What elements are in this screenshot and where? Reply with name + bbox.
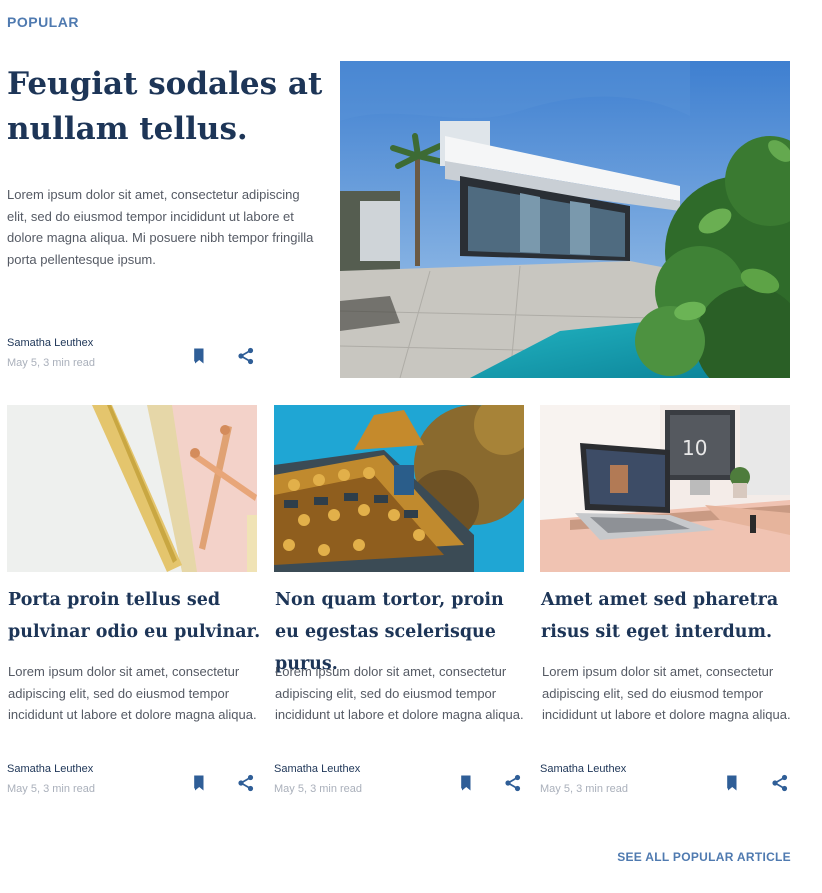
card-image-stationery[interactable] (7, 405, 257, 572)
card-excerpt: Lorem ipsum dolor sit amet, consectetur … (275, 664, 524, 722)
publish-date: May 5, 3 min read (7, 783, 96, 795)
card-meta: Samatha Leuthex May 5, 3 min read (7, 763, 95, 795)
share-icon[interactable] (771, 774, 789, 792)
bookmark-icon[interactable] (191, 347, 209, 365)
share-icon[interactable] (237, 347, 255, 365)
card-title[interactable]: Amet amet sed pharetra risus sit eget in… (541, 584, 796, 648)
author-name[interactable]: Samatha Leuthex (540, 763, 628, 775)
author-name[interactable]: Samatha Leuthex (7, 337, 95, 349)
bookmark-icon[interactable] (458, 774, 476, 792)
publish-date: May 5, 3 min read (274, 783, 363, 795)
share-icon[interactable] (237, 774, 255, 792)
card-excerpt: Lorem ipsum dolor sit amet, consectetur … (542, 664, 791, 722)
featured-excerpt: Lorem ipsum dolor sit amet, consectetur … (7, 187, 314, 267)
share-icon[interactable] (504, 774, 522, 792)
svg-text:10: 10 (682, 436, 707, 460)
card-image-laptop-desk[interactable]: 10 (540, 405, 790, 572)
card-image-temple-roof[interactable] (274, 405, 524, 572)
featured-meta: Samatha Leuthex May 5, 3 min read (7, 337, 95, 369)
author-name[interactable]: Samatha Leuthex (274, 763, 362, 775)
publish-date: May 5, 3 min read (540, 783, 629, 795)
featured-title[interactable]: Feugiat sodales at nullam tellus. (7, 62, 327, 152)
card-excerpt: Lorem ipsum dolor sit amet, consectetur … (8, 664, 257, 722)
bookmark-icon[interactable] (724, 774, 742, 792)
author-name[interactable]: Samatha Leuthex (7, 763, 95, 775)
publish-date: May 5, 3 min read (7, 357, 96, 369)
bookmark-icon[interactable] (191, 774, 209, 792)
card-meta: Samatha Leuthex May 5, 3 min read (540, 763, 628, 795)
see-all-popular-link[interactable]: SEE ALL POPULAR ARTICLE (617, 850, 791, 864)
card-title[interactable]: Porta proin tellus sed pulvinar odio eu … (8, 584, 263, 648)
featured-image[interactable] (340, 61, 790, 378)
section-label: POPULAR (7, 14, 79, 30)
card-meta: Samatha Leuthex May 5, 3 min read (274, 763, 362, 795)
